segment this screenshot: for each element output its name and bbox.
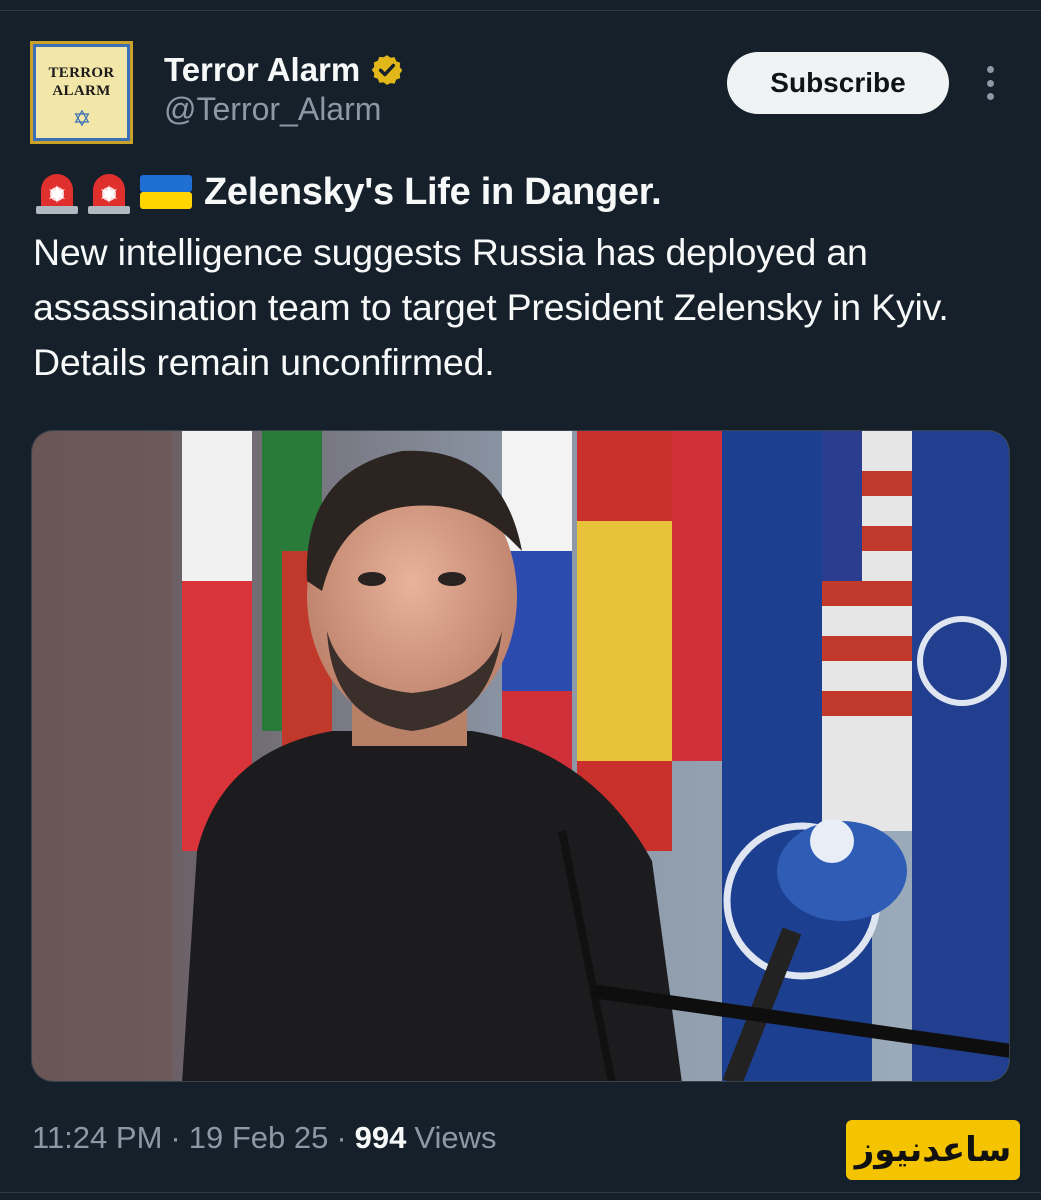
more-vertical-icon[interactable] xyxy=(974,62,1006,104)
tweet-date[interactable]: 19 Feb 25 xyxy=(189,1120,329,1156)
star-of-david-icon xyxy=(74,110,89,126)
top-divider xyxy=(0,10,1041,11)
photo-illustration xyxy=(32,431,1009,1081)
police-light-icon xyxy=(36,174,78,214)
headline-text: Zelensky's Life in Danger. xyxy=(204,170,662,213)
author-name-row[interactable]: Terror Alarm xyxy=(164,50,404,90)
gold-verified-icon[interactable] xyxy=(370,53,404,87)
tweet-body: New intelligence suggests Russia has dep… xyxy=(33,231,949,383)
meta-separator: · xyxy=(336,1120,347,1155)
watermark-text: ساعدنیوز xyxy=(854,1130,1012,1170)
author-handle[interactable]: @Terror_Alarm xyxy=(164,91,381,128)
views-label: Views xyxy=(414,1120,497,1155)
watermark-logo: ساعدنیوز xyxy=(846,1120,1020,1180)
views-count: 994 xyxy=(354,1120,407,1155)
avatar-logo-line-2: ALARM xyxy=(52,83,111,99)
display-name[interactable]: Terror Alarm xyxy=(164,51,360,89)
bottom-divider xyxy=(0,1192,1041,1193)
ukraine-flag-icon xyxy=(140,175,192,209)
meta-separator: · xyxy=(170,1120,181,1155)
more-dot xyxy=(986,79,994,87)
tweet-photo[interactable] xyxy=(31,430,1010,1082)
tweet-time[interactable]: 11:24 PM xyxy=(32,1120,162,1156)
subscribe-button[interactable]: Subscribe xyxy=(727,52,949,114)
avatar-logo-line-1: TERROR xyxy=(48,65,115,81)
police-light-icon xyxy=(88,174,130,214)
tweet-meta: 11:24 PM · 19 Feb 25 · 994 Views xyxy=(32,1120,497,1156)
more-dot xyxy=(986,66,994,73)
more-dot xyxy=(986,93,994,100)
avatar[interactable]: TERROR ALARM xyxy=(30,41,133,144)
tweet-headline: Zelensky's Life in Danger. xyxy=(34,168,662,216)
